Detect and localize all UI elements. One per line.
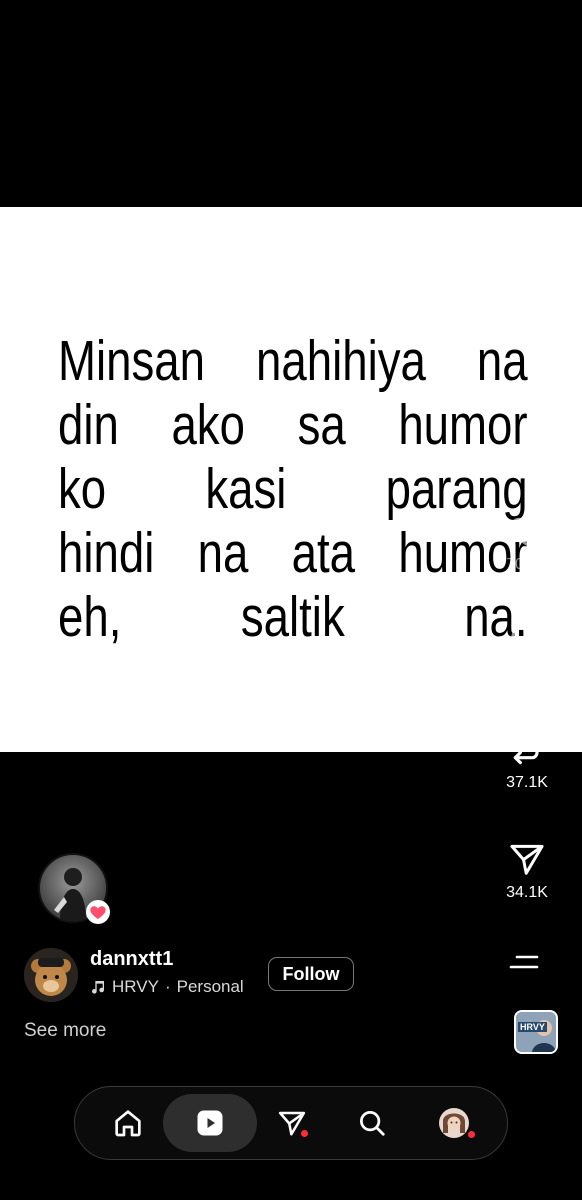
music-separator: · [164,977,171,996]
music-title: HRVY [112,977,159,996]
quote-line: din ako sa humor [58,393,528,457]
like-button[interactable]: 70.2K [472,512,582,574]
comment-bubble-icon [511,622,543,655]
album-art [516,1012,556,1052]
audio-album-thumbnail[interactable]: HRVY [514,1010,558,1054]
quote-word: sa [297,393,346,457]
quote-line: hindi na ata humor [58,521,528,585]
repost-button[interactable]: 37.1K [472,724,582,792]
quote-word: na [476,329,528,393]
quote-text: Minsan nahihiya na din ako sa humor ko k… [58,329,528,649]
bottom-tab-bar [74,1086,508,1160]
repost-count: 37.1K [506,774,548,791]
comment-count: 69 [518,664,536,681]
music-note-icon [92,981,104,994]
see-more-link[interactable]: See more [24,1020,106,1042]
quote-word: Minsan [58,329,205,393]
album-label: HRVY [518,1022,547,1032]
author-username[interactable]: dannxtt1 [90,948,173,971]
quote-word: ko [58,457,107,521]
search-icon [360,1111,385,1136]
quote-word: hindi [58,521,155,585]
notification-dot [301,1130,308,1137]
comment-button[interactable]: 69 [472,618,582,682]
music-info[interactable]: HRVY · Personal [90,977,244,997]
quote-word: ata [291,521,356,585]
heart-icon [86,900,110,924]
tab-reels[interactable] [163,1094,257,1152]
like-count: 70.2K [506,556,548,573]
follow-button[interactable]: Follow [268,957,354,991]
home-icon [115,1110,141,1137]
quote-word: kasi [205,457,287,521]
account-type: Personal [176,977,244,996]
tab-home[interactable] [85,1094,171,1152]
quote-word: saltik [240,585,345,649]
quote-word: ako [171,393,245,457]
tab-search[interactable] [329,1094,415,1152]
bear-avatar [24,948,78,1002]
quote-word: nahihiya [256,329,426,393]
share-count: 34.1K [506,884,548,901]
quote-word: na [197,521,249,585]
quote-word: eh, [58,585,122,649]
heart-icon [510,517,544,546]
quote-line: eh, saltik na. [58,585,528,649]
notification-dot [468,1131,475,1138]
quote-word: humor [398,393,528,457]
quote-line: ko kasi parang [58,457,528,521]
share-button[interactable]: 34.1K [472,840,582,902]
author-avatar[interactable] [24,948,78,1002]
reels-icon [197,1110,223,1136]
quote-line: Minsan nahihiya na [58,329,528,393]
menu-lines-icon [509,955,539,969]
repost-arrows-icon [513,727,541,765]
tab-messages[interactable] [249,1094,335,1152]
profile-avatar [439,1108,469,1138]
send-icon [510,844,544,875]
quote-word: din [58,393,119,457]
tab-profile[interactable] [411,1094,497,1152]
more-options-button[interactable] [472,950,582,974]
